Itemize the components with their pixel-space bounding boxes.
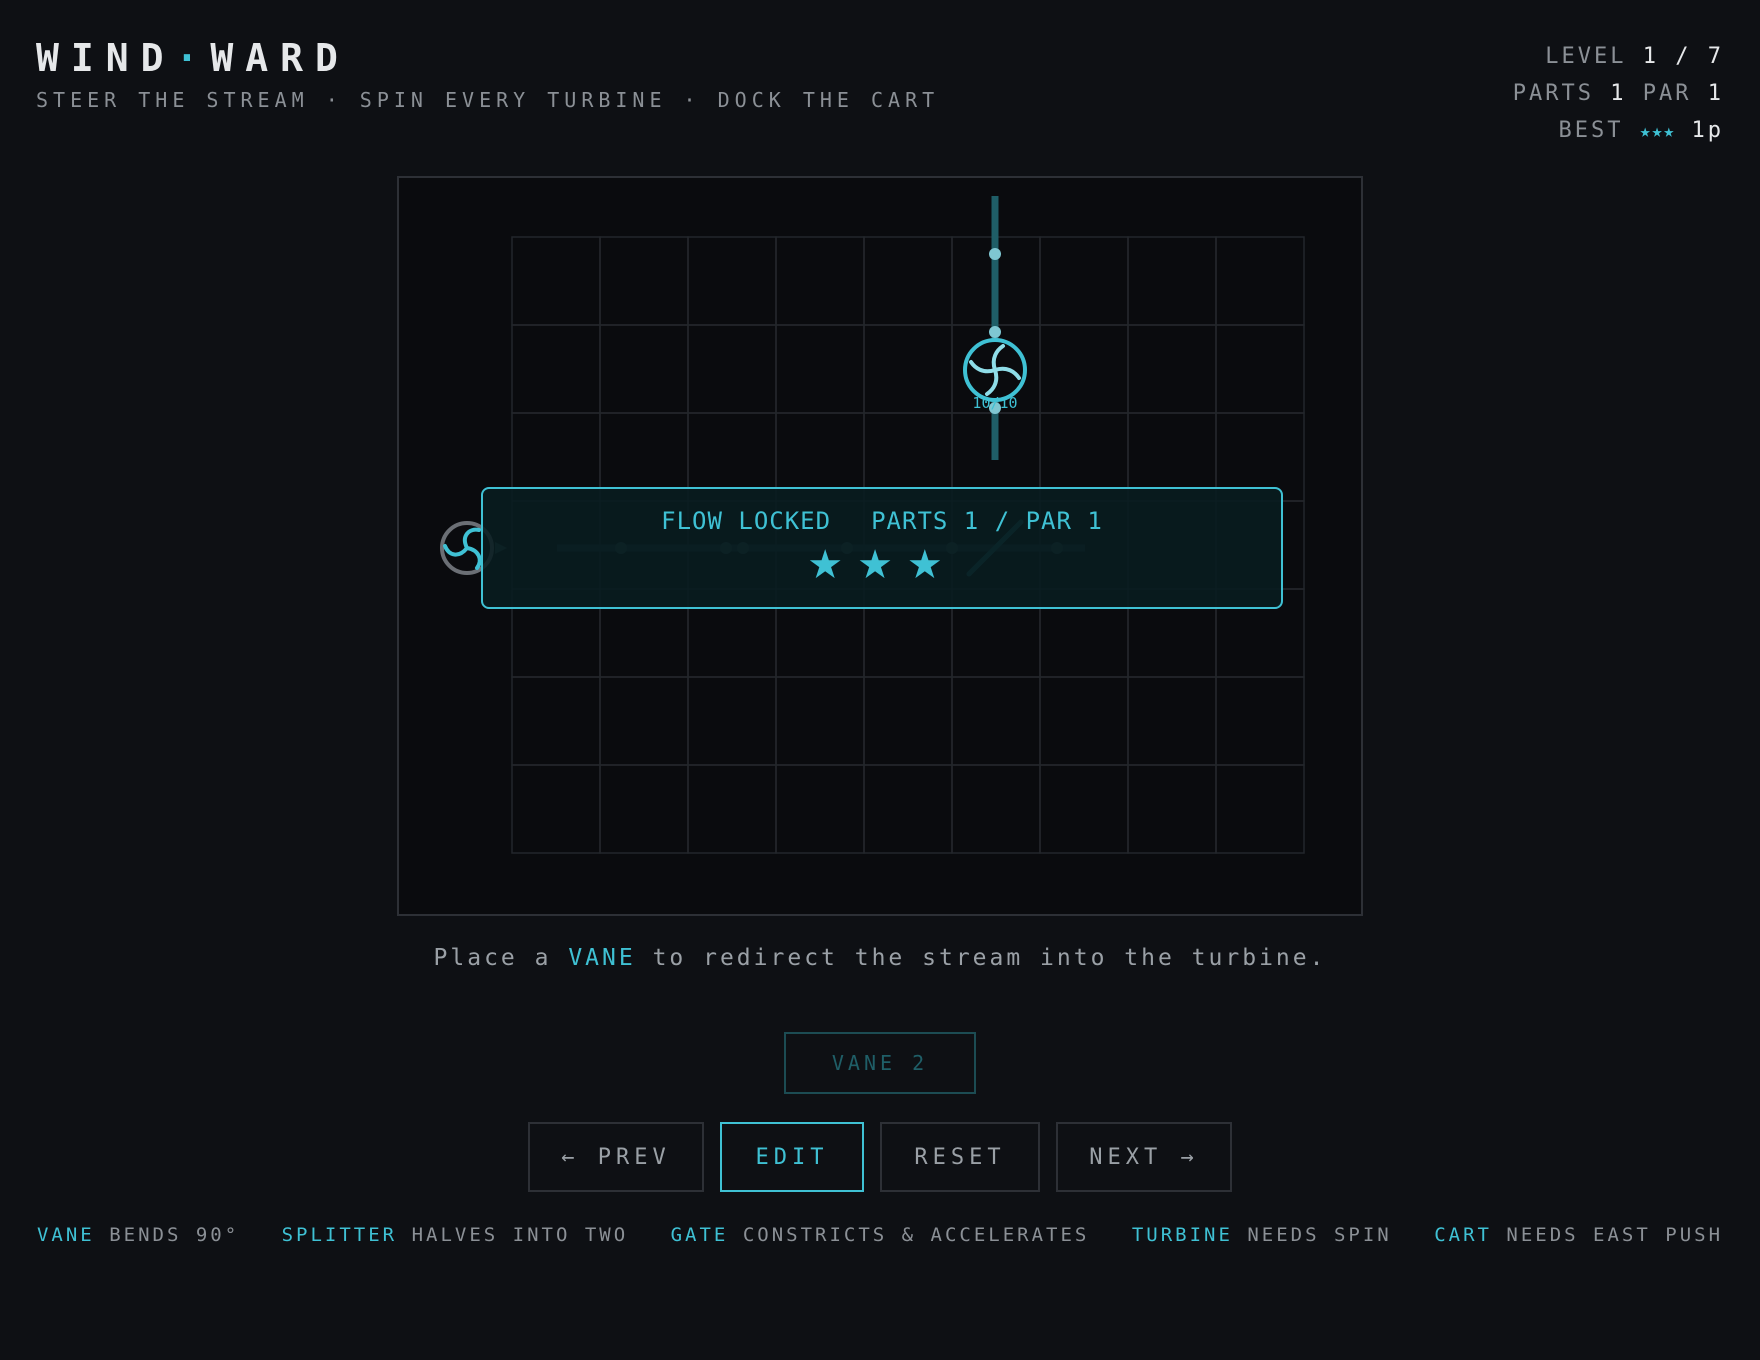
grid-cell[interactable] <box>1127 324 1217 414</box>
legend-key: GATE <box>670 1224 729 1246</box>
grid-cell[interactable] <box>863 324 953 414</box>
grid-cell[interactable] <box>687 676 777 766</box>
legend-item-turbine: TURBINE NEEDS SPIN <box>1132 1224 1392 1246</box>
legend-key: TURBINE <box>1131 1224 1233 1246</box>
reset-button[interactable]: RESET <box>880 1122 1040 1192</box>
grid-cell[interactable] <box>599 764 689 854</box>
grid-cell[interactable] <box>599 324 689 414</box>
hud-best: BEST ★★★ 1p <box>1513 112 1724 150</box>
grid-cell[interactable] <box>775 764 865 854</box>
banner-parts: PARTS 1 / PAR 1 <box>871 507 1103 535</box>
par-value: 1 <box>1707 81 1724 106</box>
parts-value: 1 <box>1610 81 1627 106</box>
best-value: 1p <box>1691 118 1724 143</box>
title-wind: WIND <box>36 36 176 80</box>
legend-desc: CONSTRICTS & ACCELERATES <box>742 1224 1090 1246</box>
turbine-label: 10/10 <box>972 394 1017 412</box>
title-ward: WARD <box>210 36 350 80</box>
stream-particle <box>989 326 1001 338</box>
legend-item-splitter: SPLITTER HALVES INTO TWO <box>282 1224 629 1246</box>
grid-cell[interactable] <box>1215 764 1305 854</box>
grid-cell[interactable] <box>1039 324 1129 414</box>
grid-cell[interactable] <box>599 236 689 326</box>
level-value: 1 / 7 <box>1642 44 1724 69</box>
legend-item-vane: VANE BENDS 90° <box>37 1224 239 1246</box>
hint-after: to redirect the stream into the turbine. <box>635 945 1327 971</box>
grid-cell[interactable] <box>775 324 865 414</box>
legend-key: VANE <box>36 1224 95 1246</box>
grid-cell[interactable] <box>1039 236 1129 326</box>
grid-cell[interactable] <box>1127 764 1217 854</box>
grid-cell[interactable] <box>511 764 601 854</box>
grid-cell[interactable] <box>863 764 953 854</box>
grid-cell[interactable] <box>687 324 777 414</box>
grid-cell[interactable] <box>511 324 601 414</box>
edit-button[interactable]: EDIT <box>720 1122 864 1192</box>
title-separator: · <box>175 36 211 80</box>
vane-part-button[interactable]: VANE 2 <box>784 1032 976 1094</box>
grid-cell[interactable] <box>775 676 865 766</box>
legend-desc: BENDS 90° <box>109 1224 240 1246</box>
level-label: LEVEL <box>1545 44 1627 69</box>
level-complete-banner: FLOW LOCKED PARTS 1 / PAR 1 ★★★ <box>481 487 1283 609</box>
grid-cell[interactable] <box>951 764 1041 854</box>
grid-cell[interactable] <box>1127 236 1217 326</box>
grid-cell[interactable] <box>687 236 777 326</box>
legend-desc: NEEDS EAST PUSH <box>1506 1224 1724 1246</box>
game-title: WIND·WARD <box>36 36 350 80</box>
legend-item-gate: GATE CONSTRICTS & ACCELERATES <box>671 1224 1090 1246</box>
hint-before: Place a <box>433 945 569 971</box>
grid-cell[interactable] <box>1039 764 1129 854</box>
grid-cell[interactable] <box>863 236 953 326</box>
turbine-icon[interactable]: 10/10 <box>963 338 1027 412</box>
legend-item-cart: CART NEEDS EAST PUSH <box>1434 1224 1723 1246</box>
parts-legend: VANE BENDS 90° SPLITTER HALVES INTO TWO … <box>0 1224 1760 1246</box>
par-label: PAR <box>1642 81 1692 106</box>
hud-panel: LEVEL 1 / 7 PARTS 1 PAR 1 BEST ★★★ 1p <box>1513 38 1724 150</box>
parts-label: PARTS <box>1512 81 1594 106</box>
legend-key: CART <box>1434 1224 1492 1246</box>
best-label: BEST <box>1558 118 1624 143</box>
game-subtitle: STEER THE STREAM · SPIN EVERY TURBINE · … <box>36 88 940 112</box>
hud-level: LEVEL 1 / 7 <box>1513 38 1724 75</box>
grid-cell[interactable] <box>599 676 689 766</box>
hud-parts: PARTS 1 PAR 1 <box>1513 75 1724 112</box>
grid-cell[interactable] <box>1215 676 1305 766</box>
legend-desc: NEEDS SPIN <box>1247 1224 1392 1246</box>
grid-cell[interactable] <box>511 236 601 326</box>
game-board[interactable]: 10/10 FLOW LOCKED PARTS 1 / PAR 1 ★★★ <box>397 176 1363 916</box>
banner-status: FLOW LOCKED <box>661 507 832 535</box>
prev-button[interactable]: ← PREV <box>528 1122 704 1192</box>
level-hint: Place a VANE to redirect the stream into… <box>0 945 1760 971</box>
banner-stars: ★★★ <box>807 542 957 588</box>
grid-cell[interactable] <box>687 764 777 854</box>
grid-cell[interactable] <box>1215 324 1305 414</box>
grid-cell[interactable] <box>511 676 601 766</box>
grid-cell[interactable] <box>1127 676 1217 766</box>
legend-desc: HALVES INTO TWO <box>411 1224 629 1246</box>
grid-cell[interactable] <box>775 236 865 326</box>
best-stars: ★★★ <box>1639 121 1676 142</box>
banner-status-line: FLOW LOCKED PARTS 1 / PAR 1 <box>483 507 1281 535</box>
hint-keyword: VANE <box>568 945 636 971</box>
next-button[interactable]: NEXT → <box>1056 1122 1232 1192</box>
grid-cell[interactable] <box>863 676 953 766</box>
grid-cell[interactable] <box>1039 676 1129 766</box>
legend-key: SPLITTER <box>281 1224 398 1246</box>
grid-cell[interactable] <box>1215 236 1305 326</box>
grid-cell[interactable] <box>951 676 1041 766</box>
stream-particle <box>989 248 1001 260</box>
